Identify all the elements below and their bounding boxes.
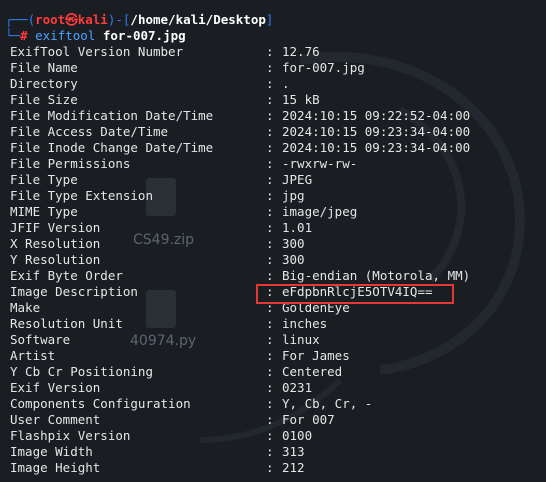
exif-separator: : [266,108,274,123]
kali-icon: ㉿ [65,12,78,27]
exif-separator: : [266,316,274,331]
exif-key: MIME Type [10,204,78,219]
prompt-user: root [35,12,66,27]
exif-separator: : [266,220,274,235]
exif-key: Exif Byte Order [10,268,123,283]
exif-value: 2024:10:15 09:23:34-04:00 [282,124,471,139]
exif-key: File Modification Date/Time [10,108,214,123]
exif-key: Y Cb Cr Positioning [10,364,153,379]
exif-value: 15 kB [282,92,320,107]
prompt-host: kali [77,12,108,27]
exif-key: Software [10,332,71,347]
exif-key: ExifTool Version Number [10,44,184,59]
exif-value: for-007.jpg [282,60,365,75]
exif-key: File Inode Change Date/Time [10,140,214,155]
exif-separator: : [266,60,274,75]
exif-value: 0231 [282,380,313,395]
exif-key: Artist [10,348,56,363]
exif-value: JPEG [282,172,313,187]
exif-value: 12.76 [282,44,320,59]
exif-separator: : [266,252,274,267]
exif-value: 313 [282,444,305,459]
exif-key: File Name [10,60,78,75]
exif-key: File Size [10,92,78,107]
exif-key: Exif Version [10,380,101,395]
exif-value: image/jpeg [282,204,358,219]
exif-key: X Resolution [10,236,101,251]
command-argument: for-007.jpg [102,28,186,43]
exif-value: inches [282,316,328,331]
exif-separator: : [266,396,274,411]
exif-separator: : [266,348,274,363]
exif-key: File Permissions [10,156,131,171]
exif-separator: : [266,92,274,107]
exif-key: File Type [10,172,78,187]
exif-value: For James [282,348,350,363]
exif-separator: : [266,44,274,59]
prompt-path: /home/kali/Desktop [130,12,266,27]
exif-value: Centered [282,364,343,379]
exif-value: 2024:10:15 09:23:34-04:00 [282,140,471,155]
exif-separator: : [266,140,274,155]
exif-value: Y, Cb, Cr, - [282,396,373,411]
exif-key: Components Configuration [10,396,191,411]
exif-key: User Comment [10,412,101,427]
exif-value: Big-endian (Motorola, MM) [282,268,471,283]
exif-separator: : [266,124,274,139]
exif-separator: : [266,412,274,427]
exif-key: Y Resolution [10,252,101,267]
exif-separator: : [266,428,274,443]
exif-key: Flashpix Version [10,428,131,443]
exif-value: 1.01 [282,220,313,235]
prompt-line-2: └─# exiftool for-007.jpg [5,28,186,43]
exif-value: 2024:10:15 09:22:52-04:00 [282,108,471,123]
exif-key: Image Width [10,444,93,459]
exif-key: Image Description [10,284,138,299]
exif-key: Resolution Unit [10,316,123,331]
exif-separator: : [266,444,274,459]
terminal-window[interactable]: CS49.zip 40974.py ┌──(root㉿kali)-[/home/… [0,0,546,482]
exif-key: File Type Extension [10,188,153,203]
exif-key: Make [10,300,41,315]
prompt-line-1: ┌──(root㉿kali)-[/home/kali/Desktop] [5,12,274,27]
exif-separator: : [266,156,274,171]
command: exiftool [35,28,96,43]
exif-key: Directory [10,76,78,91]
exif-separator: : [266,236,274,251]
exif-value: jpg [282,188,305,203]
exif-separator: : [266,380,274,395]
exif-separator: : [266,188,274,203]
exif-value: 300 [282,236,305,251]
exif-separator: : [266,268,274,283]
exif-separator: : [266,76,274,91]
highlight-box [256,284,454,304]
exif-value: . [282,76,290,91]
exif-value: -rwxrw-rw- [282,156,358,171]
exif-key: JFIF Version [10,220,101,235]
exif-separator: : [266,172,274,187]
exif-value: 300 [282,252,305,267]
exif-value: linux [282,332,320,347]
exif-separator: : [266,460,274,475]
exif-separator: : [266,364,274,379]
exif-value: 212 [282,460,305,475]
exif-separator: : [266,332,274,347]
exif-key: Image Height [10,460,101,475]
exif-key: File Access Date/Time [10,124,169,139]
exif-value: For 007 [282,412,335,427]
exif-separator: : [266,204,274,219]
exif-value: 0100 [282,428,313,443]
